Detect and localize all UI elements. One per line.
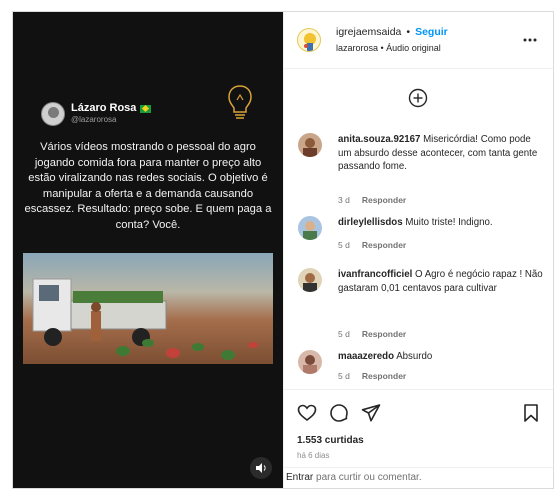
avatar[interactable]: [298, 350, 322, 374]
reel-media[interactable]: Lázaro Rosa @lazarorosa Vários vídeos mo…: [13, 12, 283, 488]
reply-button[interactable]: Responder: [362, 371, 406, 381]
audio-info[interactable]: lazarorosa • Áudio original: [336, 43, 441, 53]
comments-panel: igrejaemsaida • Seguir lazarorosa • Áudi…: [283, 12, 553, 488]
author-avatar: [41, 102, 65, 126]
tweet-text: Vários vídeos mostrando o pessoal do agr…: [24, 141, 272, 231]
comment-age: 5 d: [338, 240, 350, 250]
more-options-icon[interactable]: [522, 33, 538, 47]
action-bar: 1.553 curtidas há 6 dias: [284, 389, 553, 467]
heart-icon[interactable]: [297, 403, 317, 423]
login-prompt-text: para curtir ou comentar.: [313, 472, 422, 483]
reply-button[interactable]: Responder: [362, 240, 406, 250]
avatar[interactable]: [298, 268, 322, 292]
comment-username[interactable]: dirleylellisdos: [338, 217, 403, 228]
follow-button[interactable]: Seguir: [415, 26, 448, 38]
separator-dot: •: [406, 26, 411, 38]
comment-username[interactable]: ivanfrancofficiel: [338, 269, 412, 280]
tweet-author: Lázaro Rosa @lazarorosa: [41, 102, 152, 126]
avatar[interactable]: [298, 133, 322, 157]
comment-icon[interactable]: [329, 403, 349, 423]
brazil-flag-icon: [140, 104, 152, 113]
login-link[interactable]: Entrar: [286, 472, 313, 483]
author-handle: @lazarorosa: [71, 115, 117, 124]
watermelons-image: [116, 339, 258, 360]
bookmark-icon[interactable]: [521, 403, 541, 423]
reply-button[interactable]: Responder: [362, 195, 406, 205]
post-header: igrejaemsaida • Seguir lazarorosa • Áudi…: [284, 12, 553, 69]
plus-circle-icon[interactable]: [408, 88, 428, 108]
tweet-screenshot: Lázaro Rosa @lazarorosa Vários vídeos mo…: [13, 12, 283, 488]
comment-username[interactable]: anita.souza.92167: [338, 134, 420, 145]
likes-count[interactable]: 1.553 curtidas: [297, 435, 364, 446]
login-prompt: Entrar para curtir ou comentar.: [284, 467, 553, 488]
comment-age: 5 d: [338, 329, 350, 339]
send-icon[interactable]: [361, 403, 381, 423]
video-thumbnail: [23, 253, 273, 364]
comment-text: Absurdo: [396, 351, 433, 362]
post-dialog: Lázaro Rosa @lazarorosa Vários vídeos mo…: [12, 11, 554, 489]
reply-button[interactable]: Responder: [362, 329, 406, 339]
lightbulb-icon: [228, 85, 252, 119]
post-age: há 6 dias: [297, 451, 330, 460]
avatar[interactable]: [298, 216, 322, 240]
comment-text: Muito triste! Indigno.: [405, 217, 493, 228]
comment-username[interactable]: maaazeredo: [338, 351, 394, 362]
username[interactable]: igrejaemsaida: [336, 26, 401, 38]
comment-age: 5 d: [338, 371, 350, 381]
volume-button[interactable]: [250, 457, 272, 479]
author-name: Lázaro Rosa: [71, 102, 137, 114]
avatar[interactable]: [297, 28, 321, 52]
comment-age: 3 d: [338, 195, 350, 205]
volume-icon: [256, 463, 266, 473]
